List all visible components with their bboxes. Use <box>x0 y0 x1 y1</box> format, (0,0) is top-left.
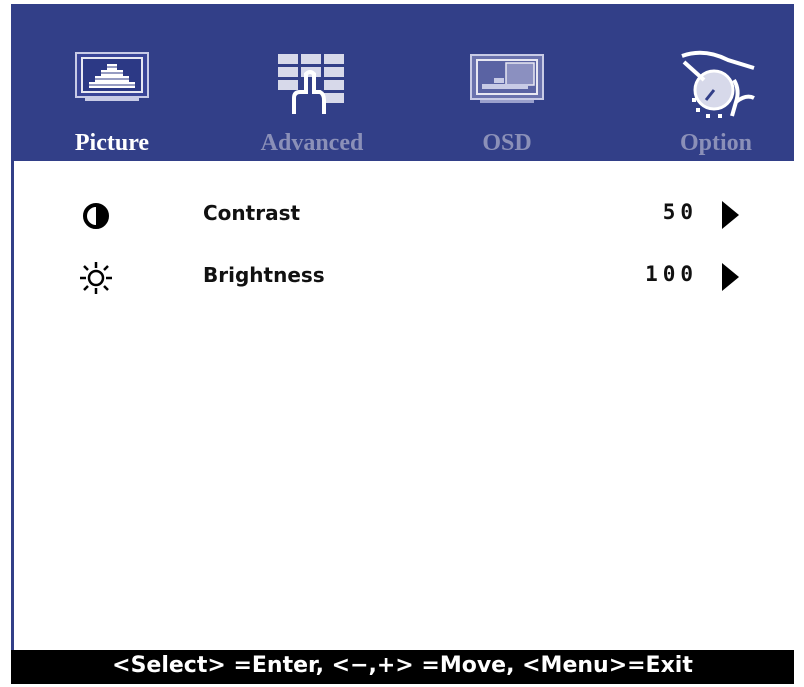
option-icon <box>674 50 758 125</box>
setting-value: 50 <box>662 200 698 224</box>
key-hint-bar: <Select> =Enter, <−,+> =Move, <Menu>=Exi… <box>11 650 794 684</box>
osd-menu: Picture Advanced OSD Option Contrast 50 … <box>11 4 794 684</box>
right-arrow-icon[interactable] <box>722 263 739 291</box>
picture-icon <box>75 52 149 107</box>
key-hint-text: <Select> =Enter, <−,+> =Move, <Menu>=Exi… <box>112 653 693 678</box>
right-arrow-icon[interactable] <box>722 201 739 229</box>
tab-osd[interactable]: OSD <box>432 4 582 161</box>
setting-row-brightness[interactable]: Brightness 100 <box>11 258 794 298</box>
setting-label: Brightness <box>203 263 325 287</box>
contrast-icon <box>78 198 114 234</box>
setting-label: Contrast <box>203 201 301 225</box>
tab-label: Picture <box>74 130 150 156</box>
setting-value: 100 <box>645 262 698 286</box>
tab-label: Advanced <box>260 130 364 156</box>
tab-label: OSD <box>482 130 532 156</box>
tab-picture[interactable]: Picture <box>37 4 187 161</box>
tab-label: Option <box>679 130 753 156</box>
tab-option[interactable]: Option <box>641 4 791 161</box>
brightness-icon <box>78 260 114 296</box>
menu-tab-bar: Picture Advanced OSD Option <box>11 4 794 161</box>
advanced-icon <box>276 52 348 121</box>
tab-advanced[interactable]: Advanced <box>237 4 387 161</box>
setting-row-contrast[interactable]: Contrast 50 <box>11 196 794 236</box>
osd-icon <box>470 54 544 109</box>
